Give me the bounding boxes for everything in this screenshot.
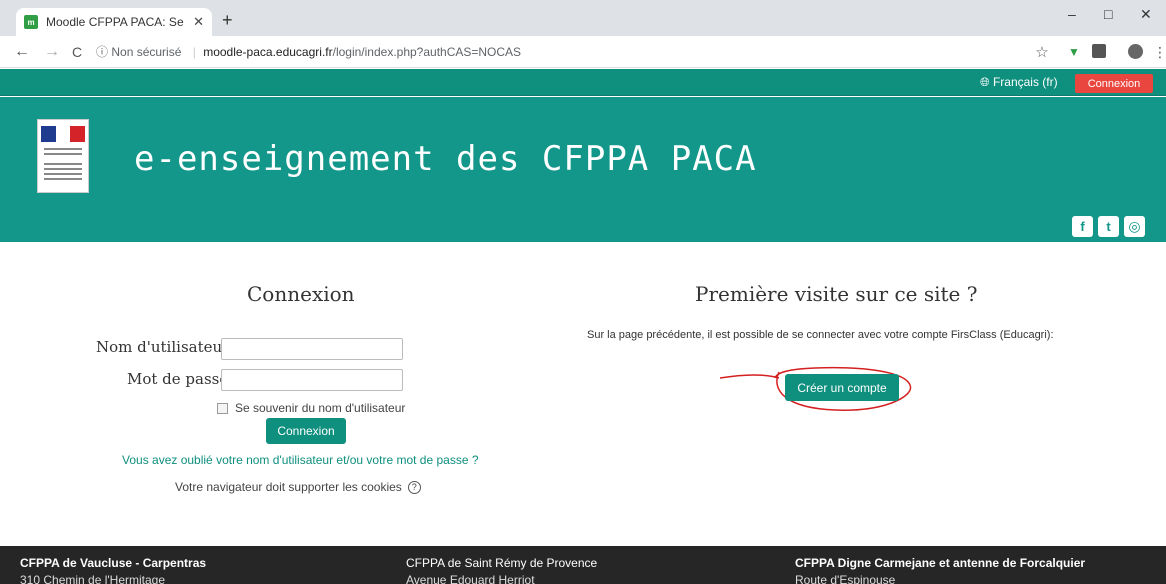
- language-menu[interactable]: 🌐︎ Français (fr): [980, 75, 1058, 90]
- facebook-icon[interactable]: f: [1072, 216, 1093, 237]
- reload-button[interactable]: C: [72, 44, 82, 60]
- first-visit-heading: Première visite sur ce site ?: [695, 282, 978, 306]
- footer: CFPPA de Vaucluse - Carpentras 310 Chemi…: [0, 546, 1166, 584]
- footer-site-address: 310 Chemin de l'Hermitage: [20, 573, 166, 584]
- remember-username: Se souvenir du nom d'utilisateur: [217, 401, 405, 415]
- shield-extension-icon[interactable]: ▼: [1066, 44, 1082, 60]
- browser-tab-bar: m Moodle CFPPA PACA: Se connecte ✕ + – □…: [0, 0, 1166, 36]
- footer-site-name: CFPPA de Saint Rémy de Provence: [406, 556, 598, 570]
- help-icon[interactable]: ?: [407, 480, 421, 494]
- footer-site-name: CFPPA de Vaucluse - Carpentras: [20, 556, 207, 570]
- header-banner: e-enseignement des CFPPA PACA f t ◎: [0, 97, 1166, 242]
- footer-column-digne: CFPPA Digne Carmejane et antenne de Forc…: [795, 556, 1085, 584]
- password-label: Mot de passe: [127, 370, 229, 388]
- header-login-button[interactable]: Connexion: [1075, 74, 1153, 93]
- top-navbar: 🌐︎ Français (fr) Connexion: [0, 69, 1166, 96]
- remember-checkbox[interactable]: [217, 402, 228, 414]
- url-domain: moodle-paca.educagri.fr: [203, 45, 333, 59]
- first-visit-text: Sur la page précédente, il est possible …: [587, 329, 1054, 341]
- maximize-window-button[interactable]: □: [1104, 6, 1112, 22]
- remember-label: Se souvenir du nom d'utilisateur: [235, 401, 406, 415]
- ministry-logo[interactable]: [37, 119, 89, 193]
- browser-tab[interactable]: m Moodle CFPPA PACA: Se connecte ✕: [16, 8, 212, 36]
- profile-avatar-icon[interactable]: [1128, 44, 1143, 59]
- extension-icon[interactable]: [1092, 44, 1106, 58]
- globe-icon: 🌐︎: [980, 75, 990, 89]
- site-title: e-enseignement des CFPPA PACA: [134, 139, 757, 179]
- login-heading: Connexion: [247, 282, 355, 306]
- twitter-icon[interactable]: t: [1098, 216, 1119, 237]
- create-account-button[interactable]: Créer un compte: [785, 374, 899, 401]
- forward-button[interactable]: →: [44, 43, 60, 61]
- footer-site-address: Route d'Espinouse: [795, 573, 896, 584]
- menu-dots-icon[interactable]: ⋮: [1152, 44, 1166, 60]
- close-tab-icon[interactable]: ✕: [193, 14, 204, 30]
- tab-title: Moodle CFPPA PACA: Se connecte: [46, 15, 187, 29]
- language-label: Français (fr): [992, 75, 1058, 89]
- back-button[interactable]: ←: [14, 43, 30, 61]
- footer-site-name: CFPPA Digne Carmejane et antenne de Forc…: [795, 556, 1086, 570]
- password-input[interactable]: [221, 369, 403, 391]
- footer-column-vaucluse: CFPPA de Vaucluse - Carpentras 310 Chemi…: [20, 556, 206, 584]
- url-path: /login/index.php?authCAS=NOCAS: [332, 45, 522, 59]
- instagram-icon[interactable]: ◎: [1124, 216, 1145, 237]
- url-field[interactable]: ⓘ Non sécurisé | moodle-paca.educagri.fr…: [96, 43, 521, 60]
- forgot-password-link[interactable]: Vous avez oublié votre nom d'utilisateur…: [122, 453, 479, 467]
- username-input[interactable]: [221, 338, 403, 360]
- info-icon[interactable]: ⓘ: [96, 45, 108, 59]
- close-window-button[interactable]: ✕: [1140, 6, 1152, 23]
- browser-address-bar: ← → C ⓘ Non sécurisé | moodle-paca.educa…: [0, 36, 1166, 68]
- moodle-favicon-icon: m: [24, 15, 38, 29]
- security-label: Non sécurisé: [111, 45, 182, 59]
- new-tab-button[interactable]: +: [222, 10, 233, 31]
- username-label: Nom d'utilisateur: [96, 338, 230, 356]
- footer-site-address: Avenue Edouard Herriot: [406, 573, 535, 584]
- login-submit-button[interactable]: Connexion: [266, 418, 346, 444]
- footer-column-saint-remy: CFPPA de Saint Rémy de Provence Avenue E…: [406, 556, 597, 584]
- french-flag-icon: [41, 126, 86, 142]
- cookies-text: Votre navigateur doit supporter les cook…: [175, 480, 402, 494]
- cookies-notice: Votre navigateur doit supporter les cook…: [175, 480, 421, 494]
- bookmark-star-icon[interactable]: ☆: [1034, 44, 1050, 61]
- minimize-window-button[interactable]: –: [1068, 6, 1076, 22]
